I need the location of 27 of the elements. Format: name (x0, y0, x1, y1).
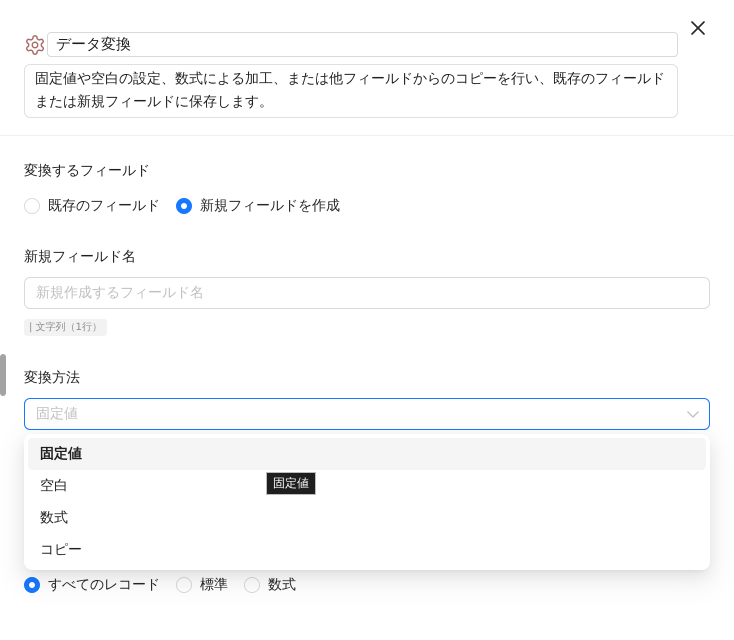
radio-option[interactable]: 数式 (244, 576, 296, 594)
field-label: 新規フィールド名 (24, 248, 136, 267)
field-label: 変換するフィールド (24, 162, 150, 181)
radio-label: すべてのレコード (48, 576, 160, 594)
gear-icon (24, 34, 46, 56)
chevron-down-icon (687, 410, 699, 418)
radio-icon[interactable] (24, 577, 40, 593)
field-label: 変換方法 (24, 369, 80, 388)
dropdown-option[interactable]: 空白 (28, 470, 80, 502)
radio-option[interactable]: すべてのレコード (24, 576, 160, 594)
dropdown-option[interactable]: 数式 (28, 502, 80, 534)
close-button[interactable] (689, 19, 707, 37)
radio-icon[interactable] (176, 198, 192, 214)
dropdown-option[interactable]: 固定値 (28, 438, 706, 470)
description-field[interactable]: 固定値や空白の設定、数式による加工、または他フィールドからのコピーを行い、既存のフィールドまたは新規フィールドに保存します。 (24, 64, 678, 118)
tooltip: 固定値 (266, 472, 316, 495)
radio-option[interactable]: 既存のフィールド (24, 197, 160, 215)
close-icon (691, 21, 705, 35)
title-field[interactable]: データ変換 (47, 32, 678, 57)
scrollbar-thumb[interactable] (0, 354, 6, 396)
dropdown-option[interactable]: コピー (28, 534, 94, 566)
field-type-tag: | 文字列（1行） (24, 319, 107, 336)
field-name-input[interactable]: 新規作成するフィールド名 (24, 277, 710, 309)
radio-option[interactable]: 標準 (176, 576, 228, 594)
radio-label: 標準 (200, 576, 228, 594)
radio-label: 数式 (268, 576, 296, 594)
radio-label: 既存のフィールド (48, 197, 160, 215)
